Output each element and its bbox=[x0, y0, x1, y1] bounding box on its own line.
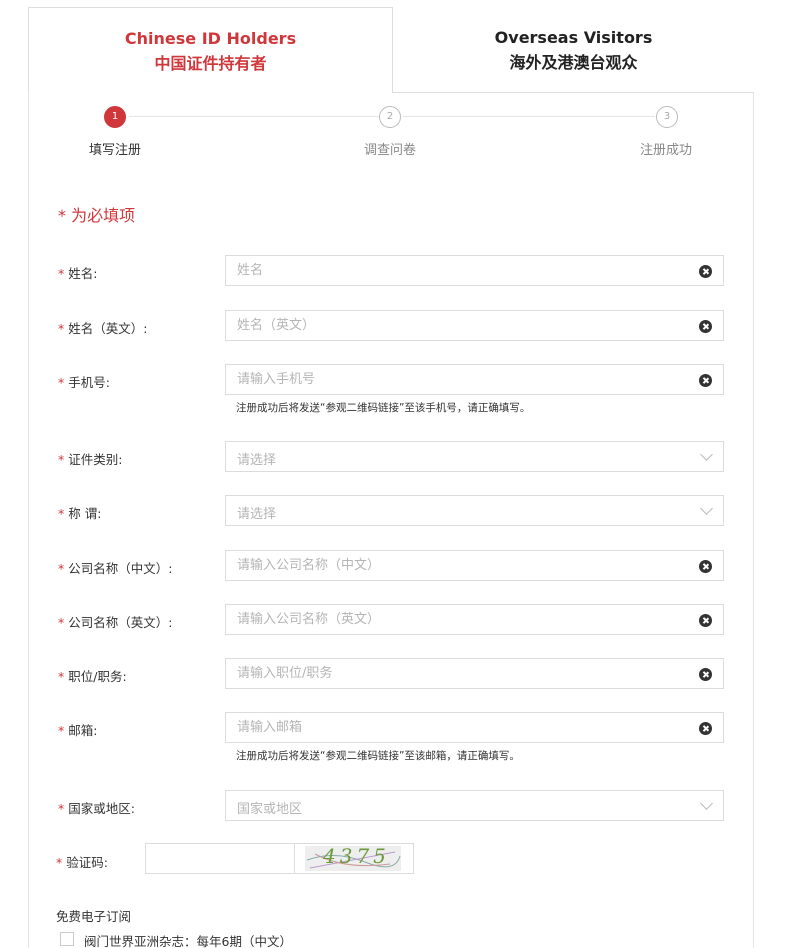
subscribe-title: 免费电子订阅 bbox=[56, 909, 132, 924]
mobile-field bbox=[225, 364, 724, 395]
position-label: * 职位/职务: bbox=[58, 669, 127, 684]
company-cn-field bbox=[225, 550, 724, 581]
country-select[interactable]: 国家或地区 bbox=[225, 790, 724, 821]
title-select[interactable]: 请选择 bbox=[225, 495, 724, 526]
clear-icon[interactable] bbox=[699, 560, 712, 573]
captcha-image-bg: 4375 bbox=[305, 844, 401, 871]
captcha-label: * 验证码: bbox=[56, 855, 108, 870]
step-3-label: 注册成功 bbox=[640, 143, 693, 158]
chevron-down-icon bbox=[700, 502, 713, 515]
form-row-company-en: * 公司名称（英文）: bbox=[0, 604, 800, 636]
clear-icon[interactable] bbox=[699, 374, 712, 387]
position-input[interactable] bbox=[226, 659, 666, 688]
select-placeholder: 请选择 bbox=[237, 453, 277, 468]
name-en-input[interactable] bbox=[226, 311, 666, 340]
form-row-captcha: * 验证码: 4375 bbox=[0, 843, 800, 875]
tab-title-en: Overseas Visitors bbox=[494, 28, 653, 47]
tab-overseas-visitors[interactable]: Overseas Visitors 海外及港澳台观众 bbox=[393, 7, 754, 93]
name-label: * 姓名: bbox=[58, 266, 98, 281]
mobile-input[interactable] bbox=[226, 365, 666, 394]
tab-chinese-id-holders[interactable]: Chinese ID Holders 中国证件持有者 bbox=[28, 7, 393, 93]
subscribe-option-label: 阀门世界亚洲杂志：每年6期（中文） bbox=[84, 934, 292, 948]
tab-title-en: Chinese ID Holders bbox=[124, 29, 297, 48]
id-type-select[interactable]: 请选择 bbox=[225, 441, 724, 472]
clear-icon[interactable] bbox=[699, 320, 712, 333]
visitor-type-tabs: Chinese ID Holders 中国证件持有者 Overseas Visi… bbox=[28, 7, 754, 93]
company-en-field bbox=[225, 604, 724, 635]
company-cn-label: * 公司名称（中文）: bbox=[58, 561, 173, 576]
form-row-mobile: *手机号: 注册成功后将发送“参观二维码链接”至该手机号，请正确填写。 bbox=[0, 364, 800, 419]
tab-title-cn: 海外及港澳台观众 bbox=[509, 53, 638, 72]
form-row-title: * 称 谓: 请选择 bbox=[0, 495, 800, 527]
id-type-label: * 证件类别: bbox=[58, 452, 123, 467]
form-row-id-type: * 证件类别: 请选择 bbox=[0, 441, 800, 473]
subscribe-checkbox[interactable] bbox=[60, 932, 74, 946]
captcha-field bbox=[145, 843, 295, 874]
form-row-position: * 职位/职务: bbox=[0, 658, 800, 690]
step-1-label: 填写注册 bbox=[89, 143, 142, 158]
email-input[interactable] bbox=[226, 713, 666, 742]
captcha-text: 4375 bbox=[323, 844, 390, 868]
form-row-company-cn: * 公司名称（中文）: bbox=[0, 550, 800, 582]
clear-icon[interactable] bbox=[699, 668, 712, 681]
clear-icon[interactable] bbox=[699, 722, 712, 735]
company-en-input[interactable] bbox=[226, 605, 666, 634]
chevron-down-icon bbox=[700, 448, 713, 461]
position-field bbox=[225, 658, 724, 689]
required-note: * 为必填项 bbox=[58, 206, 136, 225]
title-label: * 称 谓: bbox=[58, 506, 102, 521]
captcha-input[interactable] bbox=[146, 844, 294, 873]
step-2-label: 调查问卷 bbox=[364, 143, 417, 158]
form-row-country: * 国家或地区: 国家或地区 bbox=[0, 790, 800, 822]
step-3-circle: 3 bbox=[656, 106, 678, 128]
name-en-label: * 姓名（英文）: bbox=[58, 321, 148, 336]
form-row-name-en: * 姓名（英文）: bbox=[0, 310, 800, 342]
company-en-label: * 公司名称（英文）: bbox=[58, 615, 173, 630]
step-2-circle: 2 bbox=[379, 106, 401, 128]
select-placeholder: 请选择 bbox=[237, 507, 277, 522]
form-row-email: *邮箱: 注册成功后将发送“参观二维码链接”至该邮箱，请正确填写。 bbox=[0, 712, 800, 767]
select-placeholder: 国家或地区 bbox=[237, 802, 303, 817]
clear-icon[interactable] bbox=[699, 614, 712, 627]
email-hint: 注册成功后将发送“参观二维码链接”至该邮箱，请正确填写。 bbox=[236, 750, 520, 762]
mobile-label: * 手机号: bbox=[58, 375, 110, 390]
step-1-circle: 1 bbox=[104, 106, 126, 128]
step-connector bbox=[403, 116, 655, 117]
email-label: * 邮箱: bbox=[58, 723, 98, 738]
name-input[interactable] bbox=[226, 256, 666, 285]
progress-steps: 1 填写注册 2 调查问卷 3 注册成功 bbox=[28, 104, 754, 164]
chevron-down-icon bbox=[700, 797, 713, 810]
mobile-hint: 注册成功后将发送“参观二维码链接”至该手机号，请正确填写。 bbox=[236, 402, 531, 414]
step-connector bbox=[129, 116, 380, 117]
country-label: * 国家或地区: bbox=[58, 801, 135, 816]
clear-icon[interactable] bbox=[699, 265, 712, 278]
company-cn-input[interactable] bbox=[226, 551, 666, 580]
tab-title-cn: 中国证件持有者 bbox=[154, 54, 267, 73]
captcha-image[interactable]: 4375 bbox=[295, 843, 414, 874]
name-en-field bbox=[225, 310, 724, 341]
form-row-name: * 姓名: bbox=[0, 255, 800, 287]
email-field bbox=[225, 712, 724, 743]
name-field bbox=[225, 255, 724, 286]
